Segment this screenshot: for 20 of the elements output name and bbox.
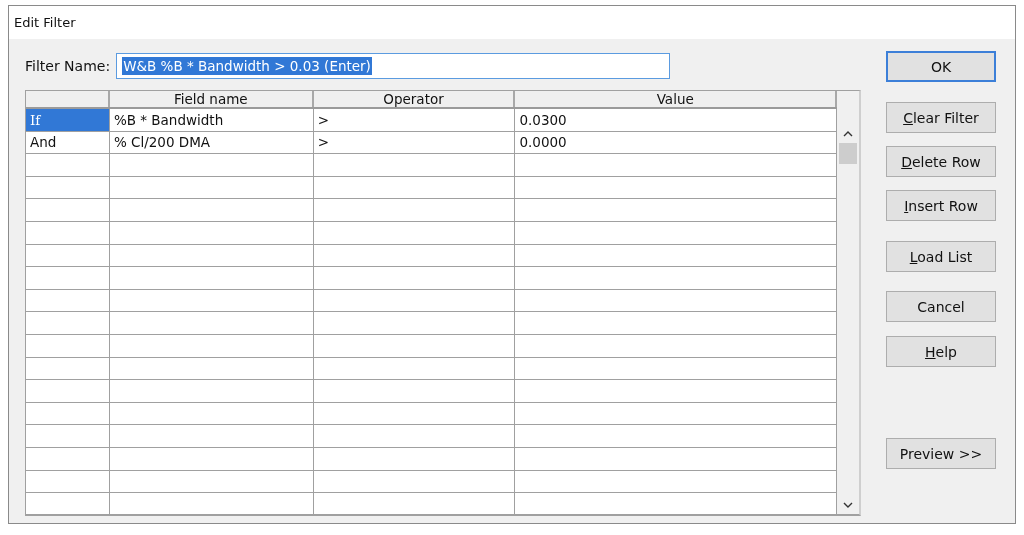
row-connector-cell[interactable]: And xyxy=(26,131,110,154)
dialog-button[interactable]: Help xyxy=(886,336,996,367)
dialog-button[interactable]: Preview >> xyxy=(886,438,996,469)
filter-name-field[interactable]: W&B %B * Bandwidth > 0.03 (Enter) xyxy=(116,53,671,79)
dialog-button[interactable]: Clear Filter xyxy=(886,102,996,133)
scroll-down-icon[interactable] xyxy=(843,502,853,508)
dialog-button[interactable]: Load List xyxy=(886,241,996,272)
dialog-button[interactable]: Cancel xyxy=(886,291,996,322)
dialog-button[interactable]: Insert Row xyxy=(886,190,996,221)
filter-name-label: Filter Name: xyxy=(25,58,111,74)
row-connector-cell[interactable]: If xyxy=(26,109,110,131)
table-cell[interactable]: %B * Bandwidth xyxy=(109,109,314,131)
table-cell[interactable]: > xyxy=(313,131,516,154)
dialog-button[interactable]: OK xyxy=(886,51,996,82)
window-title: Edit Filter xyxy=(14,15,76,30)
scroll-up-icon[interactable] xyxy=(843,131,853,137)
scrollbar-thumb[interactable] xyxy=(839,143,857,164)
table-cell[interactable]: > xyxy=(313,109,516,131)
table-cell[interactable]: % Cl/200 DMA xyxy=(109,131,314,154)
dialog-button[interactable]: Delete Row xyxy=(886,146,996,177)
